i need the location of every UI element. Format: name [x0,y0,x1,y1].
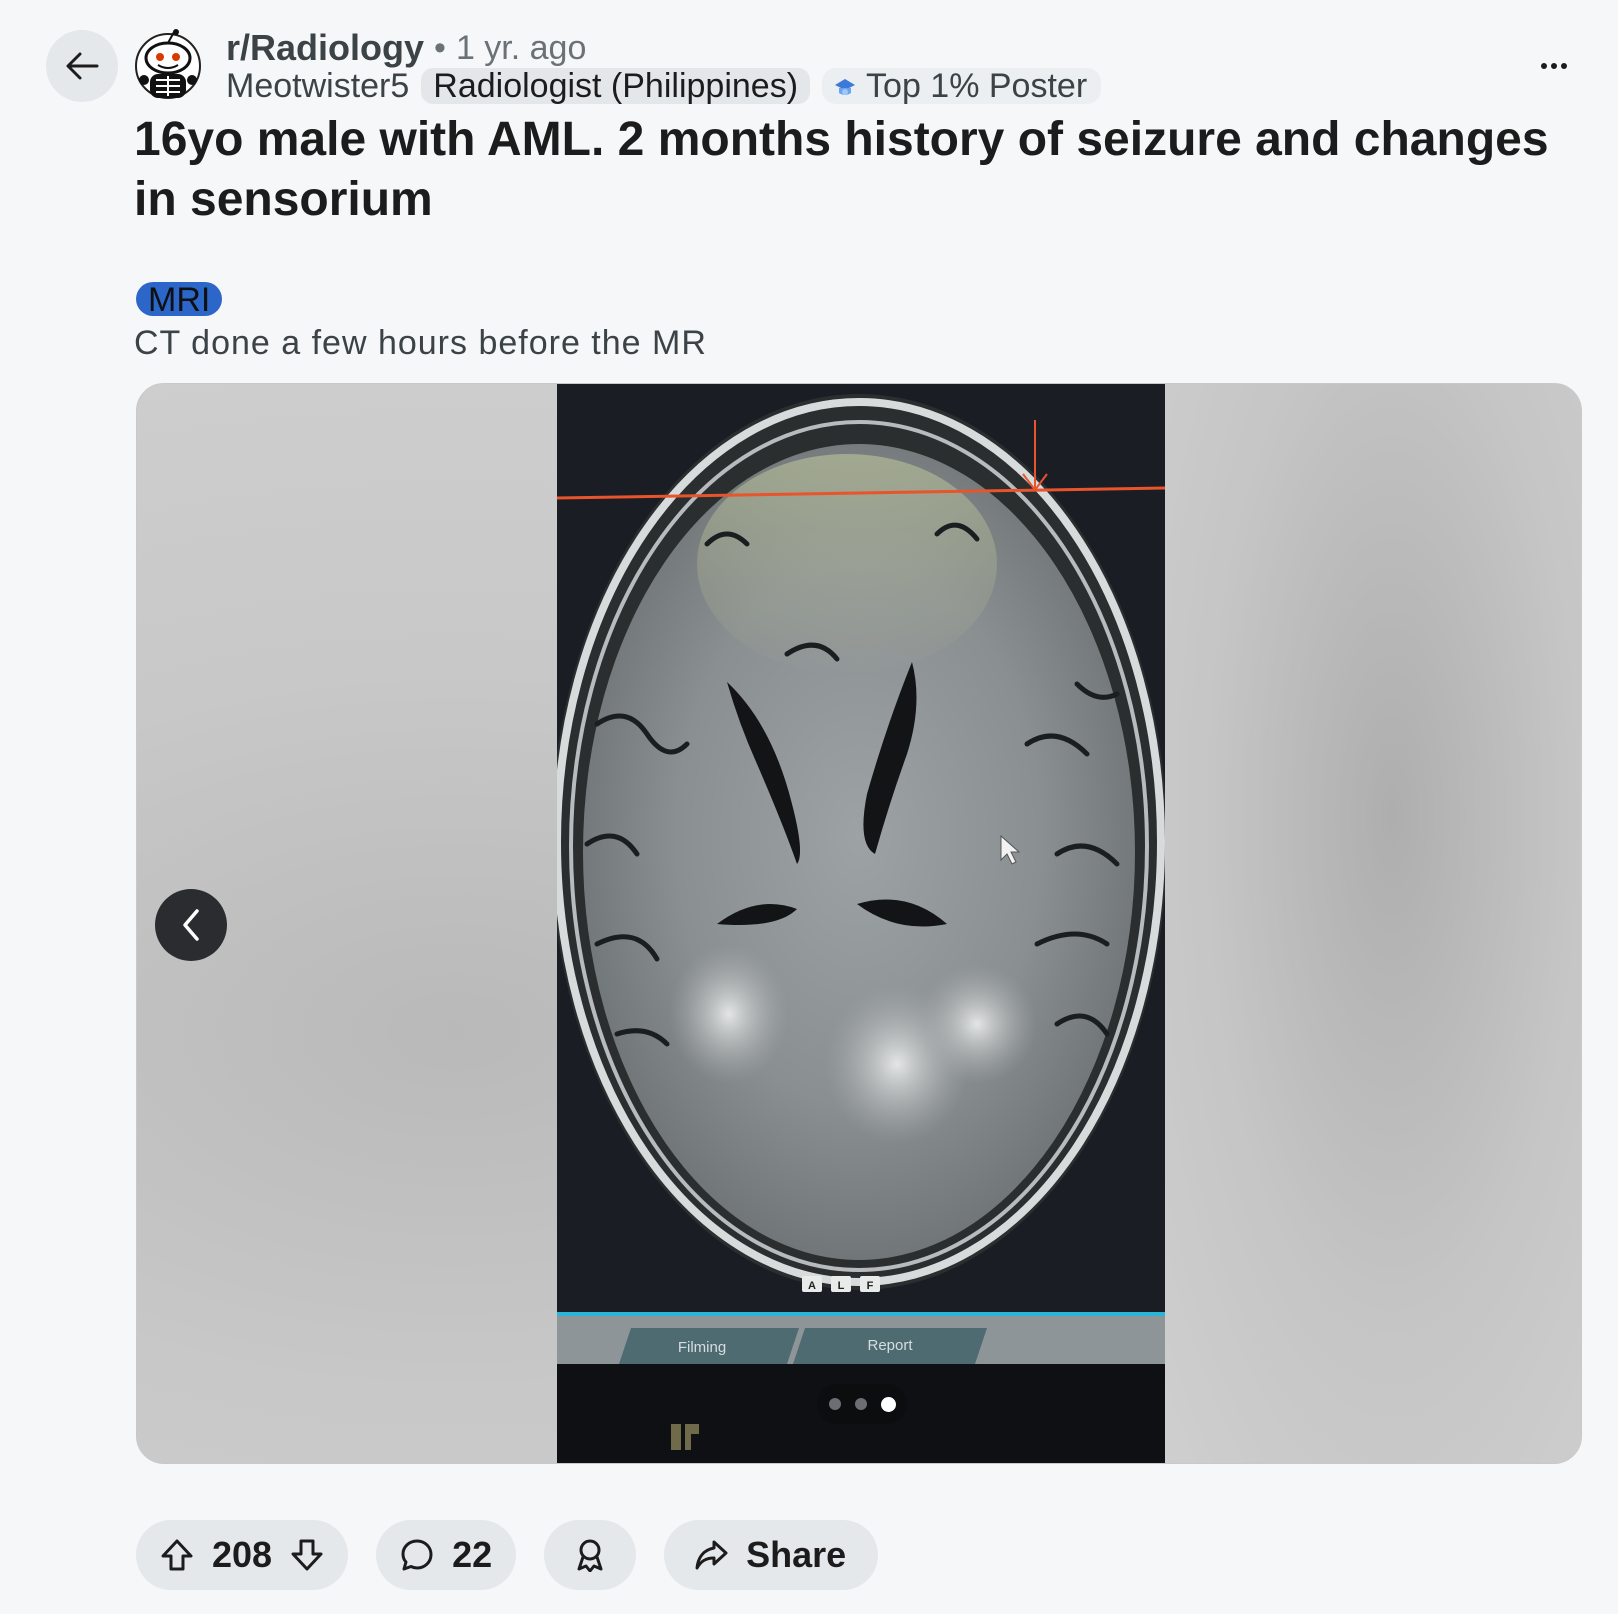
orientation-labels: A L F [802,1276,880,1292]
award-icon [577,1539,603,1572]
subreddit-avatar[interactable] [134,28,202,104]
gallery-dot-1[interactable] [828,1398,841,1410]
meta-separator: • [434,28,446,67]
post-flair-tag[interactable]: MRI [136,282,223,318]
top-poster-badge: Top 1% Poster [822,66,1102,105]
orientation-label-l: L [838,1280,845,1292]
chevron-left-icon [183,909,199,941]
orientation-label-f: F [867,1280,874,1292]
back-button[interactable] [46,30,118,102]
gallery-dot-3-active[interactable] [880,1396,896,1412]
snoo-avatar-icon [135,29,201,99]
award-button[interactable] [544,1520,637,1590]
subreddit-link[interactable]: r/Radiology [226,27,424,69]
post-body-text: CT done a few hours before the MR [134,324,707,362]
post-title: 16yo male with AML. 2 months history of … [134,113,1549,226]
vote-count: 208 [212,1534,273,1575]
vote-control: 208 [136,1520,349,1590]
post-meta-bottom: Meotwister5 Radiologist (Philippines) To… [226,66,1102,106]
back-arrow-icon [66,52,99,80]
post-timestamp: 1 yr. ago [455,28,587,67]
top-poster-badge-icon [835,79,856,95]
brain-mri-picture: A L F Filming Report [557,384,1165,1463]
share-label: Share [746,1534,847,1575]
viewer-tab-report: Report [867,1337,913,1354]
post-meta-top: r/Radiology • 1 yr. ago [226,26,586,70]
downvote-icon[interactable] [290,1538,324,1572]
more-options-button[interactable] [1526,46,1582,86]
gallery-previous-button[interactable] [155,889,227,961]
viewer-tab-filming: Filming [678,1339,726,1356]
orientation-label-a: A [808,1280,816,1292]
share-button[interactable]: Share [664,1520,879,1590]
user-flair: Radiologist (Philippines) [421,68,811,104]
mri-scan-image: A L F Filming Report [557,384,1165,1463]
upvote-icon[interactable] [160,1538,194,1572]
share-icon [695,1540,728,1570]
gallery-page-indicator [817,1384,907,1424]
image-gallery[interactable]: A L F Filming Report [136,383,1582,1464]
author-link[interactable]: Meotwister5 [226,67,409,106]
comment-icon [401,1539,433,1571]
post-action-bar: 208 22 Share [136,1520,879,1590]
top-poster-badge-label: Top 1% Poster [866,66,1088,105]
post-detail-page: r/Radiology • 1 yr. ago Meotwister5 Radi… [0,0,1618,1614]
more-options-icon [1541,63,1547,69]
comments-button[interactable]: 22 [376,1520,517,1590]
gallery-dot-2[interactable] [854,1398,867,1410]
comment-count: 22 [452,1534,493,1575]
